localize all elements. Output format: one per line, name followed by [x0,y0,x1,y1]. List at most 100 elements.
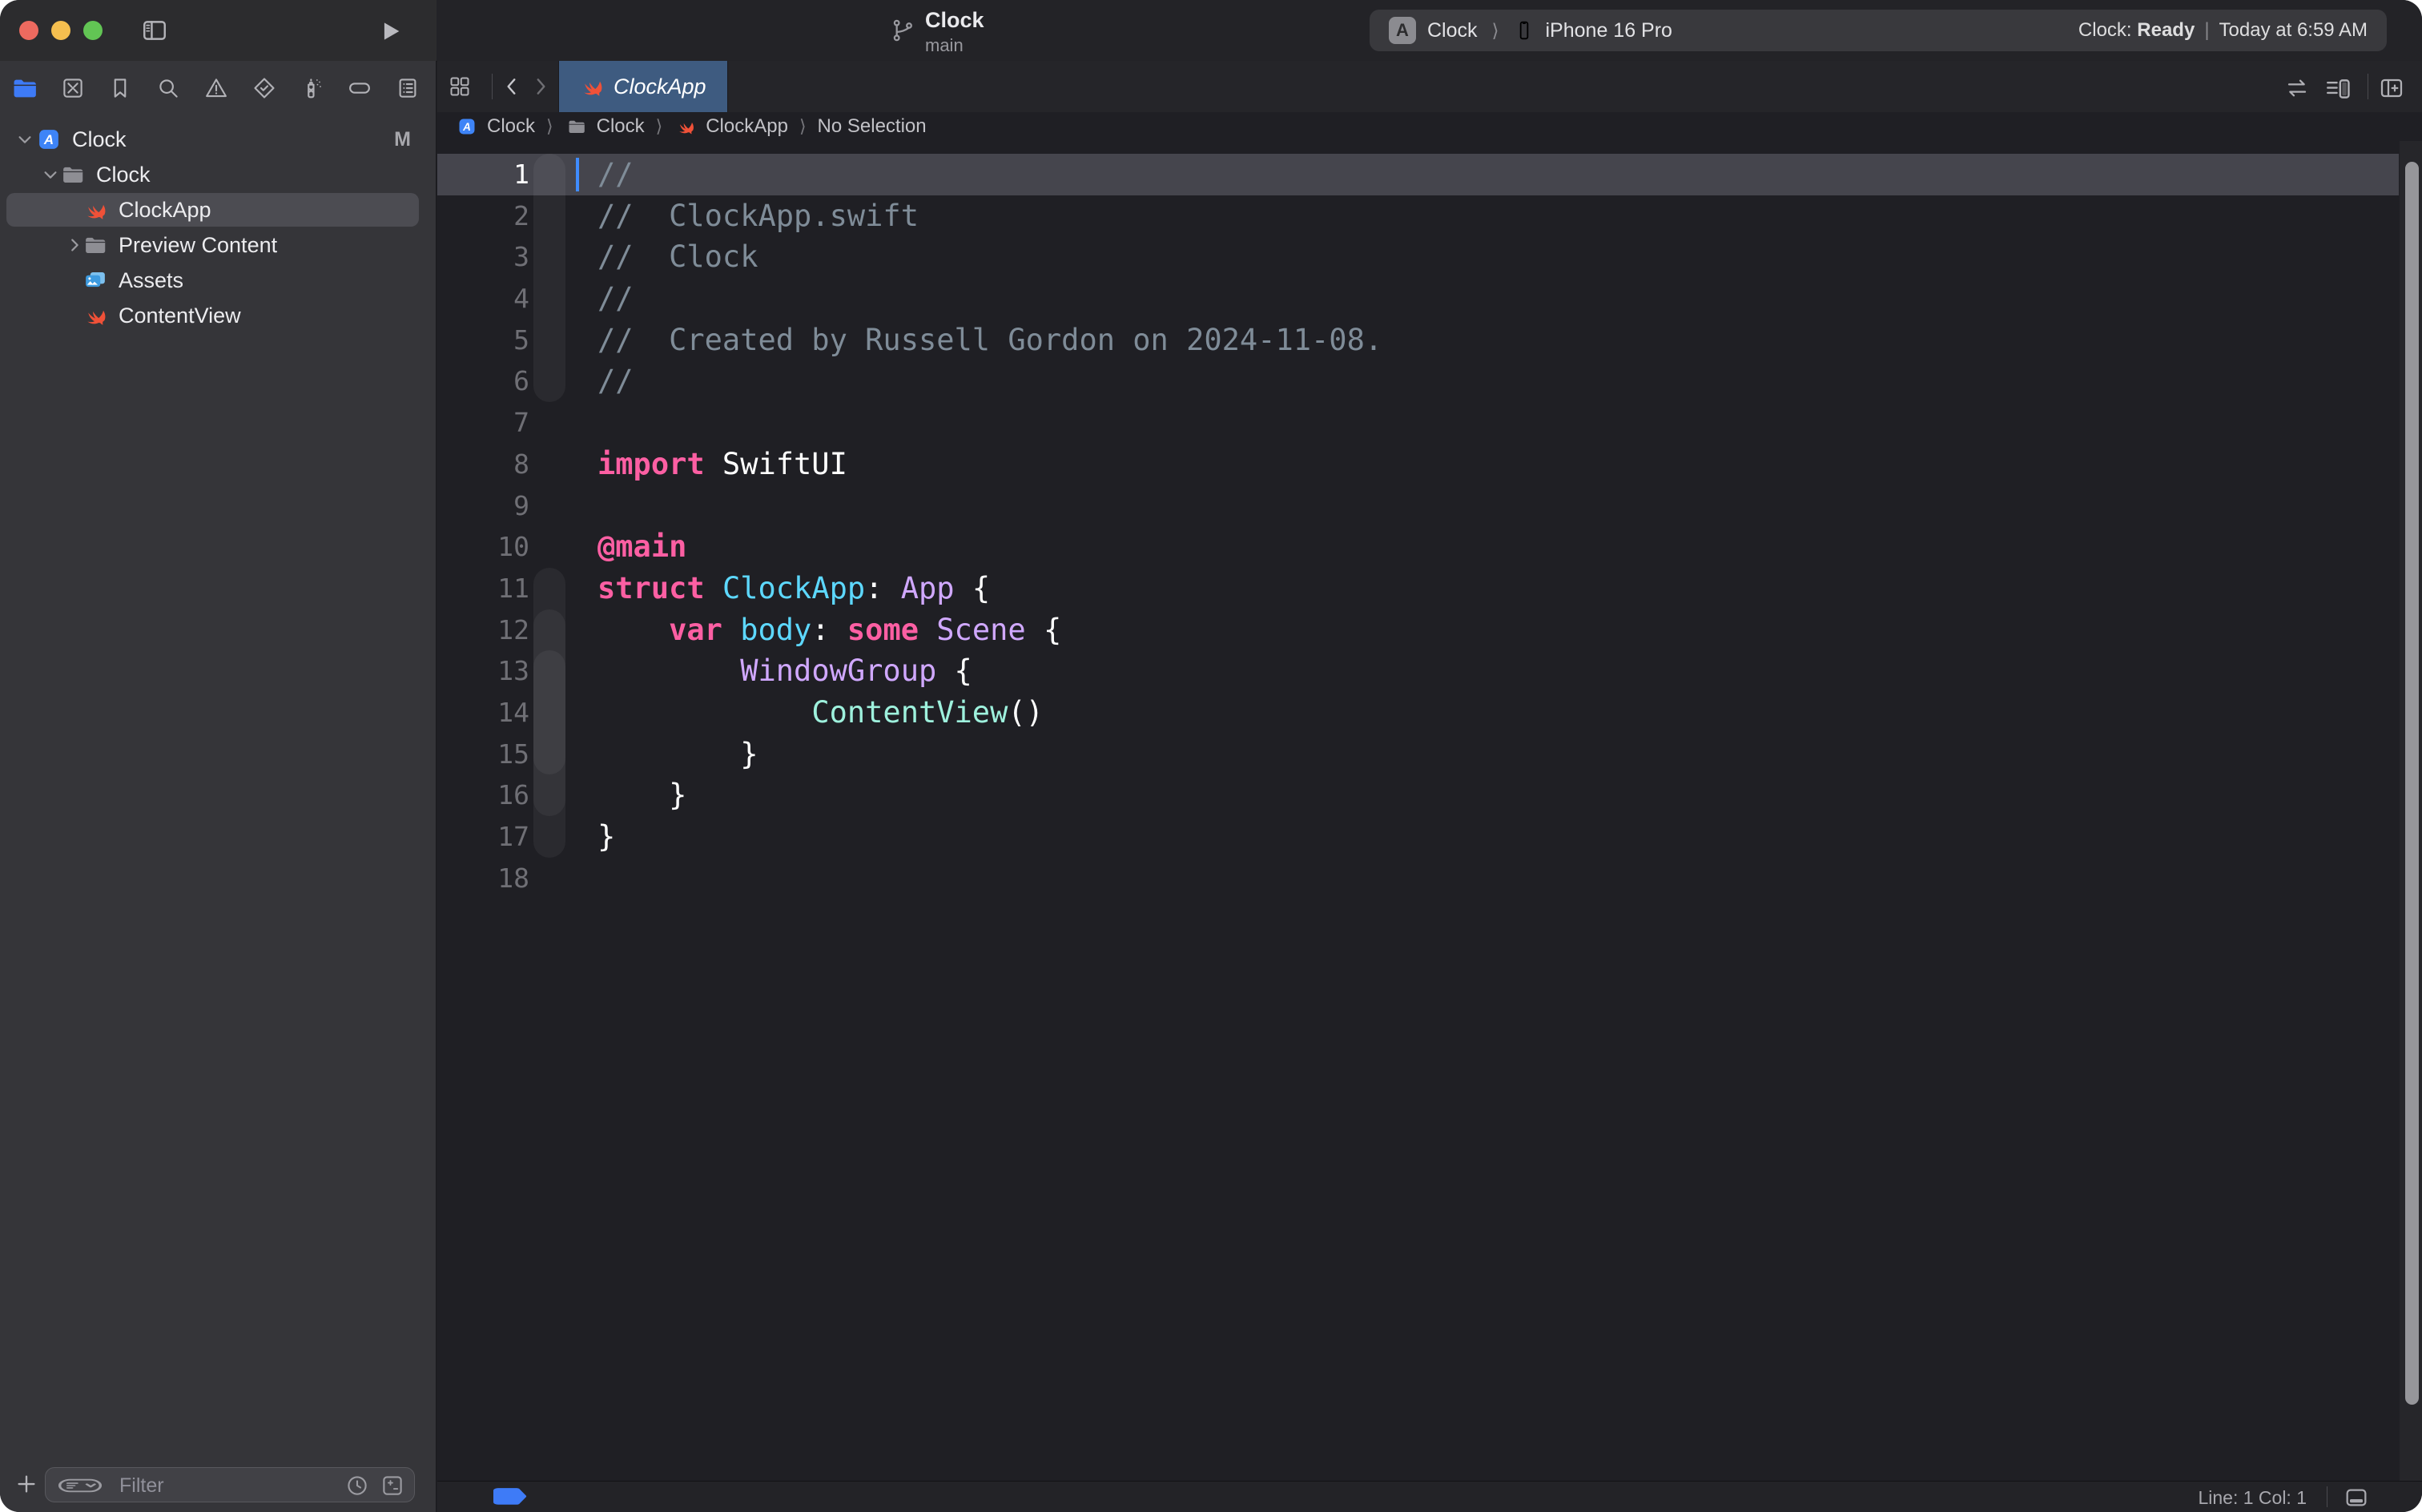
issues-navigator-icon[interactable] [200,72,232,104]
code-token: struct [597,571,705,605]
related-items-icon[interactable] [449,75,471,98]
build-status: Clock: Ready|Today at 6:59 AM [2078,10,2368,51]
line-col-indicator[interactable]: Line: 1 Col: 1 [2198,1487,2307,1509]
disclosure-down-icon[interactable] [16,131,34,148]
bookmarks-navigator-icon[interactable] [104,72,136,104]
device-name[interactable]: iPhone 16 Pro [1546,19,1672,42]
scrollbar-thumb[interactable] [2405,162,2419,1405]
code-line-12[interactable]: 12 var body: some Scene { [437,609,2422,651]
breadcrumb-group[interactable]: Clock [565,115,645,139]
tree-item-label: Clock [96,163,151,187]
code-line-1[interactable]: 1// [437,154,2422,195]
code-line-16[interactable]: 16 } [437,774,2422,816]
code-line-17[interactable]: 17} [437,816,2422,858]
filter-placeholder: Filter [119,1474,164,1498]
code-line-11[interactable]: 11struct ClockApp: App { [437,568,2422,609]
tree-item-clock-group[interactable]: Clock [0,157,437,192]
scheme-device-selector[interactable]: A Clock ⟩ iPhone 16 Pro [1389,10,1672,51]
line-number: 3 [437,236,529,278]
run-button[interactable] [376,18,404,45]
breadcrumb-separator: ⟩ [788,116,818,137]
breadcrumb-label: Clock [597,115,645,138]
code-line-14[interactable]: 14 ContentView() [437,692,2422,734]
project-navigator-icon[interactable] [9,72,41,104]
code-line-18[interactable]: 18 [437,858,2422,899]
code-line-9[interactable]: 9 [437,485,2422,527]
branch-name: main [925,35,964,56]
code-text: @main [597,526,686,568]
code-token [722,613,740,647]
tree-item-clock-project[interactable]: AClockM [0,122,437,157]
code-text: var body: some Scene { [597,609,1061,651]
filter-options-icon[interactable] [57,1473,103,1498]
line-number: 16 [437,774,529,816]
tree-item-preview-content[interactable]: Preview Content [0,227,437,263]
line-number: 12 [437,609,529,651]
code-token: Scene [936,613,1025,647]
activity-status-bar[interactable]: A Clock ⟩ iPhone 16 Pro Clock: Ready|Tod… [1370,10,2387,51]
breadcrumb-file[interactable]: ClockApp [674,115,788,139]
add-file-button[interactable] [14,1472,38,1496]
tree-item-label: ContentView [119,304,241,328]
breadcrumb-label: Clock [487,115,535,138]
add-editor-icon[interactable] [2379,75,2404,101]
code-line-10[interactable]: 10@main [437,526,2422,568]
code-line-8[interactable]: 8import SwiftUI [437,444,2422,485]
code-line-15[interactable]: 15 } [437,734,2422,775]
tree-item-clockapp[interactable]: ClockApp [0,192,437,227]
source-control-navigator-icon[interactable] [57,72,89,104]
breakpoints-navigator-icon[interactable] [344,72,376,104]
project-title: Clock [925,8,984,33]
bottom-bar-toggle-icon[interactable] [2344,1485,2369,1510]
toolbar-right-section: Clock main A Clock ⟩ iPhone 16 Pro Clock… [437,0,2422,62]
editor-options-icon[interactable] [2324,75,2352,103]
code-line-5[interactable]: 5// Created by Russell Gordon on 2024-11… [437,320,2422,361]
line-number: 6 [437,360,529,402]
code-line-13[interactable]: 13 WindowGroup { [437,650,2422,692]
find-navigator-icon[interactable] [152,72,184,104]
breadcrumb-project[interactable]: AClock [455,115,535,139]
navigator-sidebar-toggle-icon[interactable] [141,17,168,44]
filter-input[interactable]: Filter [45,1467,415,1502]
debug-navigator-icon[interactable] [296,72,328,104]
app-scheme-icon: A [1389,17,1416,44]
navigator-filter-bar: Filter [0,1462,437,1512]
code-lines: 1//2// ClockApp.swift3 // Clock 4//5// Cre… [437,154,2422,899]
window-minimize-button[interactable] [51,21,70,40]
code-editor[interactable]: 1//2// ClockApp.swift3 // Clock 4//5// Cre… [437,141,2422,1481]
code-line-3[interactable]: 3 // Clock [437,236,2422,278]
code-token: { [1026,613,1062,647]
code-token: SwiftUI [705,447,847,481]
line-number: 17 [437,816,529,858]
window-zoom-button[interactable] [83,21,103,40]
tree-item-label: Clock [72,127,127,152]
code-line-4[interactable]: 4// [437,278,2422,320]
code-line-2[interactable]: 2// ClockApp.swift [437,195,2422,237]
go-back-icon[interactable] [501,76,522,97]
tests-navigator-icon[interactable] [248,72,280,104]
breakpoints-toggle-icon[interactable] [490,1486,529,1508]
code-token: } [597,737,758,771]
code-line-7[interactable]: 7 [437,402,2422,444]
code-token: // Clock [597,239,758,274]
navigator-sidebar: AClockMClockClockAppPreview ContentAsset… [0,61,437,1512]
window-close-button[interactable] [19,21,38,40]
appicon-icon: A [37,127,61,151]
reports-navigator-icon[interactable] [392,72,424,104]
code-token [597,695,811,730]
disclosure-down-icon[interactable] [42,166,59,183]
code-line-6[interactable]: 6// [437,360,2422,402]
disclosure-right-icon[interactable] [66,236,83,254]
tree-item-contentview[interactable]: ContentView [0,298,437,333]
line-number: 11 [437,568,529,609]
recent-files-icon[interactable] [345,1474,369,1498]
tree-item-assets[interactable]: Assets [0,263,437,298]
source-control-status-filter-icon[interactable] [380,1474,404,1498]
editor-tab-bar [437,61,2422,112]
tab-clockapp[interactable]: ClockApp [558,61,728,112]
code-review-icon[interactable] [2284,75,2310,101]
go-forward-icon[interactable] [530,76,551,97]
divider [492,74,493,99]
breadcrumb-selection[interactable]: No Selection [818,115,927,138]
scheme-name[interactable]: Clock [1427,19,1478,42]
